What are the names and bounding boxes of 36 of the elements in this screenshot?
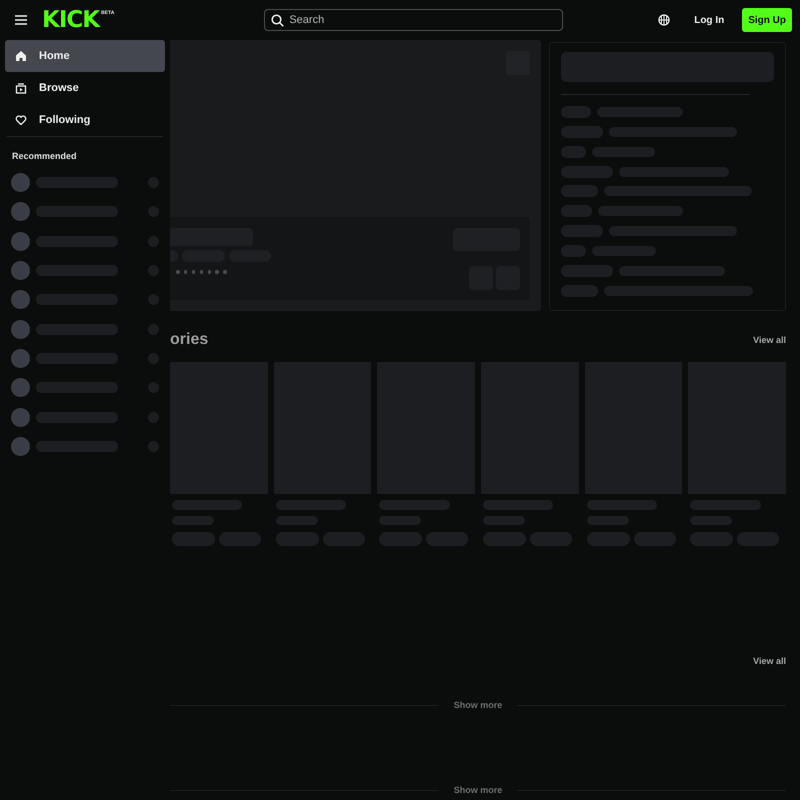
search-icon xyxy=(271,14,284,26)
skeleton-dot xyxy=(223,270,227,274)
skeleton-dot xyxy=(200,270,204,274)
avatar-placeholder xyxy=(11,408,30,427)
home-icon xyxy=(15,50,27,62)
nav-item[interactable]: Following xyxy=(5,104,165,136)
section-title: Recommended xyxy=(11,150,78,163)
browse-icon xyxy=(15,82,27,94)
view-all-link[interactable]: View all xyxy=(753,335,786,345)
nav-item[interactable]: Home xyxy=(5,40,165,72)
section-heading: ories xyxy=(170,331,208,349)
show-more-button[interactable]: Show more xyxy=(448,785,508,795)
skeleton-dot xyxy=(208,270,212,274)
avatar-placeholder xyxy=(11,320,30,339)
logo[interactable]: KICK xyxy=(42,9,100,31)
skeleton-dot xyxy=(215,270,219,274)
log-in-button[interactable]: Log In xyxy=(688,8,730,32)
sign-up-button[interactable]: Sign Up xyxy=(742,8,792,32)
avatar-placeholder xyxy=(11,232,30,251)
avatar-placeholder xyxy=(11,261,30,280)
skeleton-dot xyxy=(184,270,188,274)
skeleton-dot xyxy=(192,270,196,274)
view-all-link[interactable]: View all xyxy=(753,656,786,666)
search-field[interactable]: Search xyxy=(264,9,564,31)
avatar-placeholder xyxy=(11,290,30,310)
skeleton-dot xyxy=(176,270,180,274)
show-more-button[interactable]: Show more xyxy=(448,700,508,710)
avatar-placeholder xyxy=(11,436,30,456)
avatar-placeholder xyxy=(11,348,30,368)
avatar-placeholder xyxy=(11,173,30,192)
globe-icon[interactable] xyxy=(658,14,670,26)
menu-icon[interactable] xyxy=(14,14,28,26)
nav-item[interactable]: Browse xyxy=(5,72,165,104)
heart-icon xyxy=(15,114,27,126)
avatar-placeholder xyxy=(11,202,30,222)
avatar-placeholder xyxy=(11,378,30,398)
